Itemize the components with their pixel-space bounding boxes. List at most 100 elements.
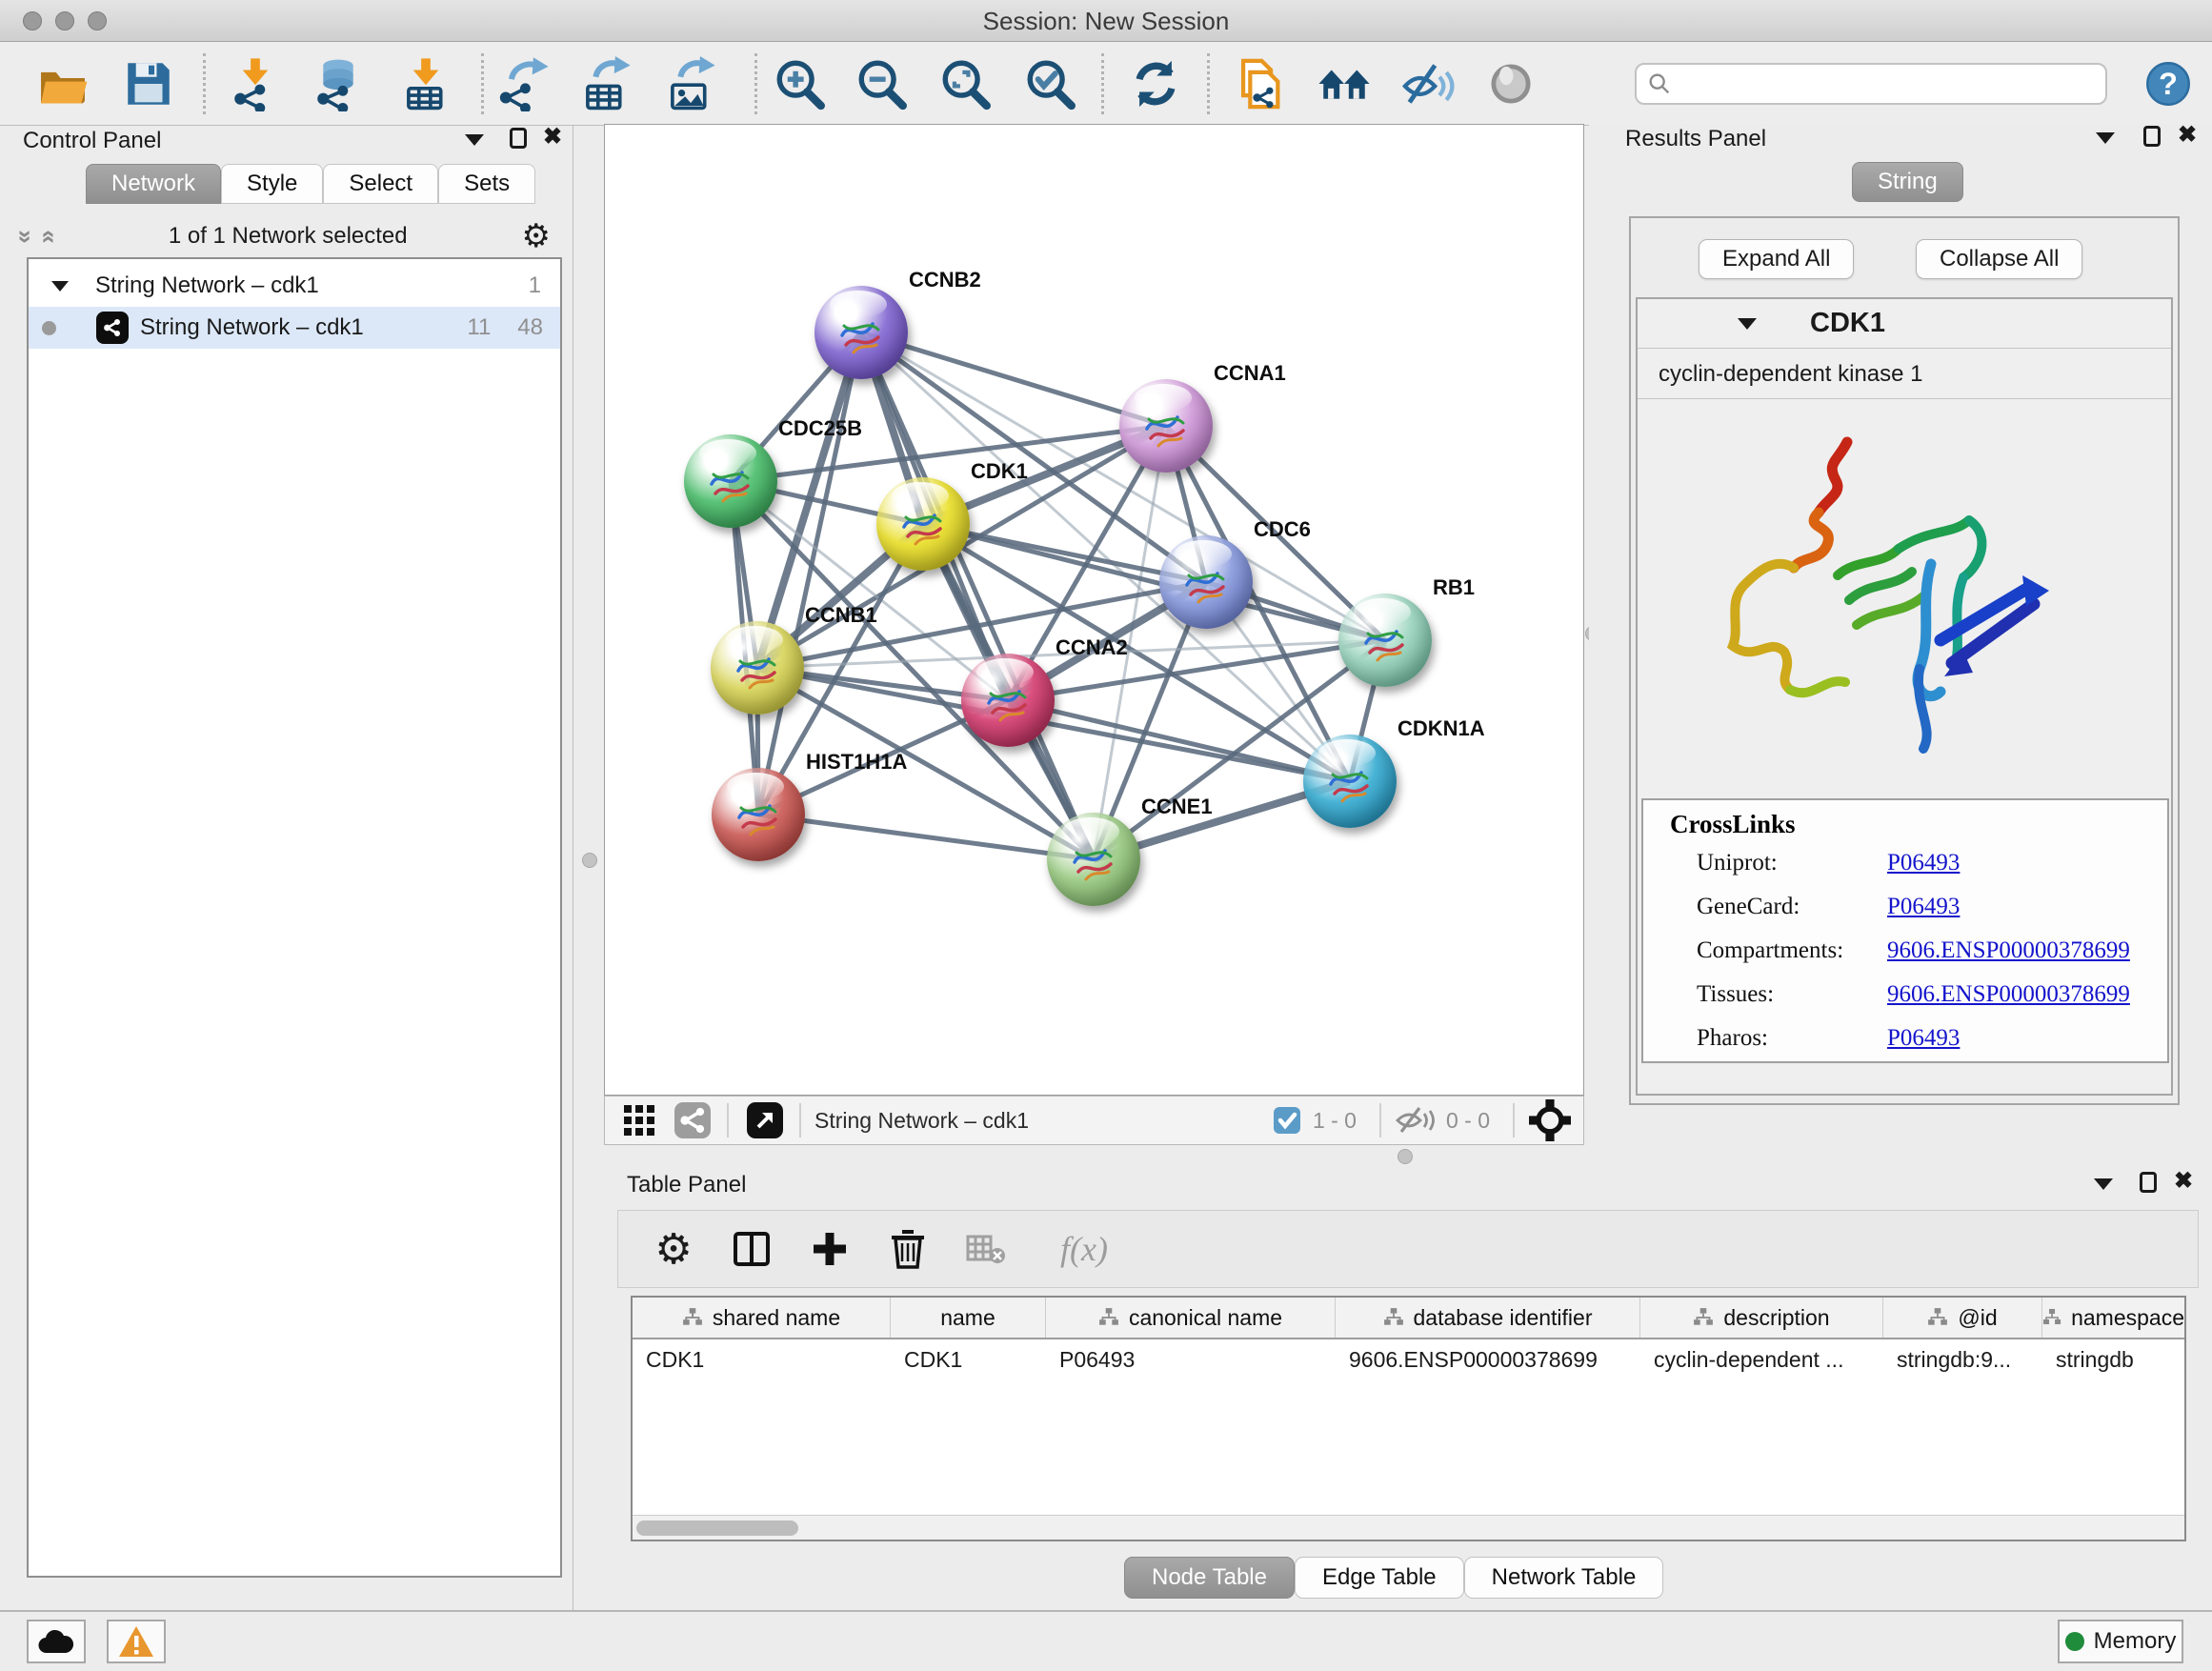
node-rb1[interactable]	[1338, 594, 1432, 687]
tab-network[interactable]: Network	[86, 164, 221, 204]
close-panel-button[interactable]: ✖	[2178, 122, 2197, 148]
import-network-file-button[interactable]	[227, 55, 284, 112]
cell-id[interactable]: stringdb:9...	[1883, 1339, 2042, 1379]
tissues-link[interactable]: 9606.ENSP00000378699	[1887, 981, 2130, 1008]
tab-style[interactable]: Style	[221, 164, 323, 204]
node-ccna2[interactable]	[961, 654, 1055, 747]
node-cdkn1a[interactable]	[1303, 735, 1397, 828]
selected-checkbox-icon[interactable]	[1271, 1104, 1303, 1137]
show-columns-icon[interactable]	[729, 1226, 774, 1272]
node-ccna1[interactable]	[1119, 379, 1213, 473]
cell-shared-name[interactable]: CDK1	[633, 1339, 891, 1379]
network-options-gear-icon[interactable]: ⚙	[522, 217, 551, 255]
birds-eye-view-icon[interactable]	[1528, 1098, 1572, 1142]
show-hide-graphics-button[interactable]	[1399, 55, 1457, 112]
cell-description[interactable]: cyclin-dependent ...	[1640, 1339, 1883, 1379]
cell-canonical-name[interactable]: P06493	[1046, 1339, 1336, 1379]
collection-caret-icon[interactable]	[51, 281, 69, 292]
column-header[interactable]: description	[1640, 1298, 1883, 1338]
search-field[interactable]	[1635, 63, 2107, 105]
add-column-icon[interactable]	[807, 1226, 853, 1272]
save-session-button[interactable]	[120, 55, 177, 112]
delete-table-icon[interactable]	[963, 1226, 1009, 1272]
column-header[interactable]: database identifier	[1336, 1298, 1640, 1338]
function-builder-icon[interactable]: f(x)	[1041, 1226, 1127, 1272]
delete-column-icon[interactable]	[885, 1226, 931, 1272]
gene-section-header[interactable]: CDK1	[1638, 299, 2171, 349]
horizontal-scrollbar[interactable]	[633, 1515, 2184, 1540]
collapse-panel-icon[interactable]	[2094, 1178, 2113, 1190]
tab-string[interactable]: String	[1852, 162, 1963, 202]
expand-all-button[interactable]: Expand All	[1699, 239, 1854, 279]
tab-node-table[interactable]: Node Table	[1124, 1557, 1295, 1599]
node-cdk1[interactable]	[876, 477, 970, 571]
table-row[interactable]: CDK1 CDK1 P06493 9606.ENSP00000378699 cy…	[633, 1339, 2184, 1379]
column-header[interactable]: name	[891, 1298, 1046, 1338]
collapse-all-icon[interactable]: »	[32, 230, 62, 243]
node-hist1h1a[interactable]	[712, 768, 805, 861]
zoom-out-button[interactable]	[854, 55, 911, 112]
zoom-selected-button[interactable]	[1022, 55, 1079, 112]
tab-select[interactable]: Select	[323, 164, 438, 204]
node-cdc6[interactable]	[1159, 535, 1253, 629]
network-canvas[interactable]: CCNB2CCNA1CDC25BCDK1CDC6RB1CCNB1CCNA2CDK…	[605, 125, 1583, 1095]
first-neighbors-button[interactable]	[1316, 55, 1373, 112]
hidden-eye-icon[interactable]	[1395, 1103, 1437, 1137]
collapse-panel-icon[interactable]	[465, 134, 484, 146]
collapse-panel-icon[interactable]	[2096, 132, 2115, 144]
export-table-button[interactable]	[576, 55, 633, 112]
collapse-all-button[interactable]: Collapse All	[1916, 239, 2082, 279]
network-collection-row[interactable]: String Network – cdk1 1	[29, 265, 560, 307]
vertical-splitter-handle[interactable]	[582, 853, 597, 868]
warning-status-button[interactable]	[107, 1620, 166, 1663]
node-ccnb2[interactable]	[814, 286, 908, 379]
scrollbar-thumb[interactable]	[636, 1520, 798, 1536]
network-share-view-icon[interactable]	[672, 1099, 714, 1141]
zoom-fit-button[interactable]	[937, 55, 995, 112]
tab-network-table[interactable]: Network Table	[1464, 1557, 1664, 1599]
import-network-database-button[interactable]	[310, 55, 367, 112]
highlight-eye-button[interactable]	[1482, 55, 1539, 112]
cell-namespace[interactable]: stringdb	[2042, 1339, 2184, 1379]
section-caret-icon[interactable]	[1738, 318, 1757, 330]
tab-edge-table[interactable]: Edge Table	[1295, 1557, 1464, 1599]
compartments-link[interactable]: 9606.ENSP00000378699	[1887, 937, 2130, 964]
refresh-button[interactable]	[1127, 55, 1184, 112]
node-cdc25b[interactable]	[684, 434, 777, 528]
network-view[interactable]: CCNB2CCNA1CDC25BCDK1CDC6RB1CCNB1CCNA2CDK…	[604, 124, 1584, 1096]
float-panel-button[interactable]	[2140, 1172, 2157, 1193]
network-row[interactable]: String Network – cdk1 11 48	[29, 307, 560, 349]
column-header[interactable]: canonical name	[1046, 1298, 1336, 1338]
node-ccnb1[interactable]	[711, 621, 804, 715]
pharos-link[interactable]: P06493	[1887, 1025, 1960, 1052]
close-panel-button[interactable]: ✖	[2174, 1168, 2193, 1194]
horizontal-splitter-handle[interactable]	[1398, 1149, 1413, 1164]
import-table-file-button[interactable]	[397, 55, 454, 112]
uniprot-link[interactable]: P06493	[1887, 850, 1960, 876]
tab-sets[interactable]: Sets	[438, 164, 535, 204]
clone-network-button[interactable]	[1231, 55, 1288, 112]
float-panel-button[interactable]	[2143, 126, 2161, 147]
edge-hist1h1a-ccne1[interactable]	[758, 815, 1094, 859]
cell-name[interactable]: CDK1	[891, 1339, 1046, 1379]
export-network-button[interactable]	[494, 55, 552, 112]
export-image-button[interactable]	[661, 55, 718, 112]
memory-button[interactable]: Memory	[2058, 1620, 2183, 1663]
open-in-window-icon[interactable]	[744, 1099, 786, 1141]
cloud-status-button[interactable]	[27, 1620, 86, 1663]
column-header[interactable]: shared name	[633, 1298, 891, 1338]
table-options-gear-icon[interactable]: ⚙	[651, 1226, 696, 1272]
help-button[interactable]: ?	[2140, 55, 2197, 112]
column-header[interactable]: namespace	[2042, 1298, 2184, 1338]
zoom-in-button[interactable]	[772, 55, 829, 112]
float-panel-button[interactable]	[510, 128, 527, 149]
edge-ccnb2-ccne1[interactable]	[861, 332, 1094, 859]
cell-database-identifier[interactable]: 9606.ENSP00000378699	[1336, 1339, 1640, 1379]
genecard-link[interactable]: P06493	[1887, 894, 1960, 920]
open-session-button[interactable]	[34, 55, 91, 112]
node-ccne1[interactable]	[1047, 813, 1140, 906]
search-input[interactable]	[1673, 71, 2082, 96]
grid-view-icon[interactable]	[620, 1101, 658, 1139]
close-panel-button[interactable]: ✖	[543, 124, 562, 150]
column-header[interactable]: @id	[1883, 1298, 2042, 1338]
